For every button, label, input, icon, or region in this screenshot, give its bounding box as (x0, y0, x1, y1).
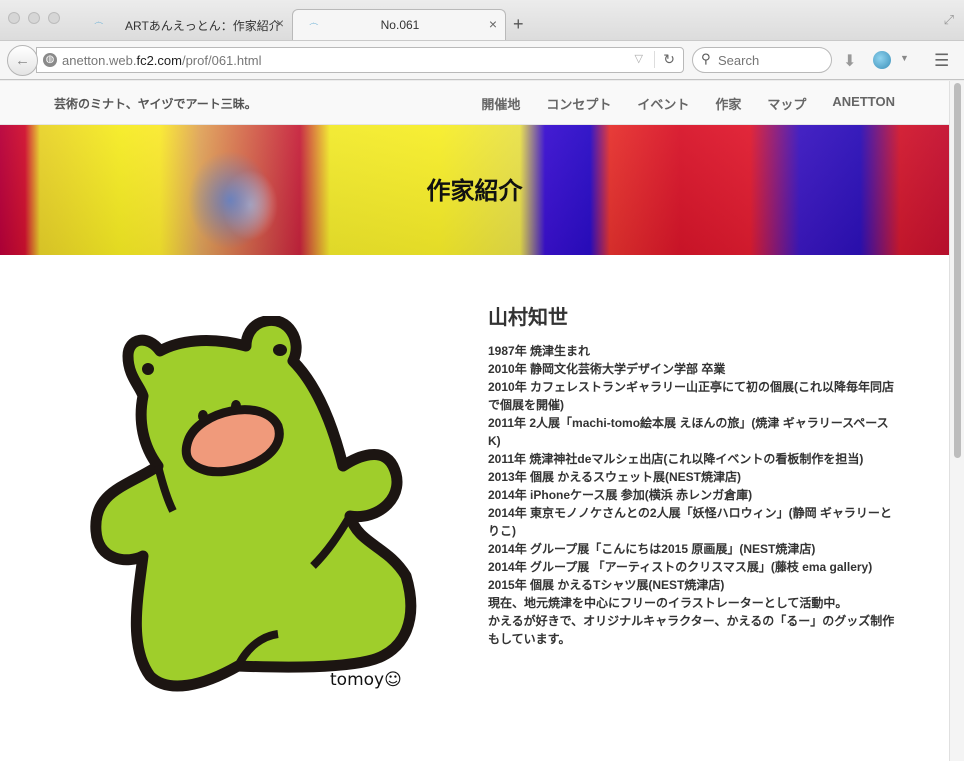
tab-title: ARTあんえっとん：作家紹介 (125, 19, 281, 33)
bio-line: 現在、地元焼津を中心にフリーのイラストレーターとして活動中。 (488, 596, 848, 610)
fullscreen-icon[interactable]: ⤢ (944, 12, 954, 28)
bio-line: かえるが好きで、オリジナルキャラクター、かえるの「るー」のグッズ制作もしています… (488, 614, 895, 646)
tab-close-icon[interactable]: × (276, 15, 284, 31)
addon-icon[interactable] (873, 51, 891, 69)
bio-line: 2011年 焼津神社deマルシェ出店(これ以降イベントの看板制作を担当) (488, 452, 864, 466)
hamburger-menu-icon[interactable]: ☰ (934, 51, 949, 71)
scrollbar-thumb[interactable] (954, 83, 961, 458)
nav-venue[interactable]: 開催地 (481, 94, 520, 113)
bio-line: 2014年 東京モノノケさんとの2人展「妖怪ハロウィン」(静岡 ギャラリーとりこ… (488, 506, 892, 538)
bio-line: 2014年 iPhoneケース展 参加(横浜 赤レンガ倉庫) (488, 488, 753, 502)
nav-artists[interactable]: 作家 (715, 94, 741, 113)
bio-line: 2010年 カフェレストランギャラリー山正亭にて初の個展(これ以降毎年同店で個展… (488, 380, 895, 412)
bio-line: 1987年 焼津生まれ (488, 344, 591, 358)
nav-map[interactable]: マップ (767, 94, 806, 113)
tab-title: No.061 (380, 18, 420, 32)
url-bar[interactable]: ◍ anetton.web.fc2.com/prof/061.html ▽ ↻ (36, 47, 684, 73)
artist-profile: 山村知世 1987年 焼津生まれ 2010年 静岡文化芸術大学デザイン学部 卒業 2… (488, 301, 898, 648)
bio-line: 2010年 静岡文化芸術大学デザイン学部 卒業 (488, 362, 726, 376)
nav-concept[interactable]: コンセプト (546, 94, 611, 113)
addon-dropdown-icon[interactable]: ▼ (900, 53, 909, 63)
site-header: 芸術のミナト、ヤイヅでアート三昧。 開催地 コンセプト イベント 作家 マップ … (0, 81, 949, 125)
artist-signature: tomoy☺ (330, 670, 402, 690)
site-tagline[interactable]: 芸術のミナト、ヤイヅでアート三昧。 (54, 95, 257, 112)
new-tab-button[interactable]: + (513, 14, 524, 35)
download-icon[interactable]: ⬇ (843, 51, 856, 71)
reload-icon[interactable]: ↻ (654, 51, 675, 68)
browser-toolbar: ◍ anetton.web.fc2.com/prof/061.html ▽ ↻ … (0, 40, 964, 80)
artist-bio: 1987年 焼津生まれ 2010年 静岡文化芸術大学デザイン学部 卒業 2010年 … (488, 342, 898, 648)
globe-icon[interactable]: ◍ (43, 53, 57, 67)
browser-titlebar: ෴ ARTあんえっとん：作家紹介 × ෴ No.061 × + ⤢ (0, 0, 964, 40)
tab-art-anetton[interactable]: ෴ ARTあんえっとん：作家紹介 × (78, 9, 292, 40)
artist-name: 山村知世 (488, 305, 568, 329)
page-scrollbar[interactable] (949, 81, 964, 761)
search-icon: ⚲ (701, 51, 711, 66)
bio-line: 2014年 グループ展「こんにちは2015 原画展」(NEST焼津店) (488, 542, 816, 556)
url-text[interactable]: anetton.web.fc2.com/prof/061.html (62, 53, 261, 68)
window-minimize-button[interactable] (28, 12, 40, 24)
back-arrow-icon: ← (15, 52, 30, 69)
page-viewport: 芸術のミナト、ヤイヅでアート三昧。 開催地 コンセプト イベント 作家 マップ … (0, 81, 949, 761)
window-close-button[interactable] (8, 12, 20, 24)
search-input[interactable] (718, 52, 823, 69)
search-box[interactable]: ⚲ (692, 47, 832, 73)
nav-anetton[interactable]: ANETTON (832, 94, 895, 113)
nav-event[interactable]: イベント (637, 94, 689, 113)
hero-banner: 作家紹介 (0, 125, 949, 255)
frog-illustration (88, 314, 418, 696)
site-favicon-icon: ෴ (94, 17, 104, 28)
site-nav: 開催地 コンセプト イベント 作家 マップ ANETTON (481, 94, 895, 113)
tab-close-icon[interactable]: × (489, 16, 497, 32)
page-title: 作家紹介 (426, 177, 523, 205)
window-zoom-button[interactable] (48, 12, 60, 24)
bio-line: 2013年 個展 かえるスウェット展(NEST焼津店) (488, 470, 742, 484)
tab-no061[interactable]: ෴ No.061 × (292, 9, 506, 40)
url-history-dropdown-icon[interactable]: ▽ (635, 52, 643, 65)
bio-line: 2014年 グループ展 「アーティストのクリスマス展」(藤枝 ema galle… (488, 560, 873, 574)
bio-line: 2011年 2人展「machi-tomo絵本展 えほんの旅」(焼津 ギャラリース… (488, 416, 889, 448)
bio-line: 2015年 個展 かえるTシャツ展(NEST焼津店) (488, 578, 725, 592)
back-button[interactable]: ← (7, 45, 38, 76)
